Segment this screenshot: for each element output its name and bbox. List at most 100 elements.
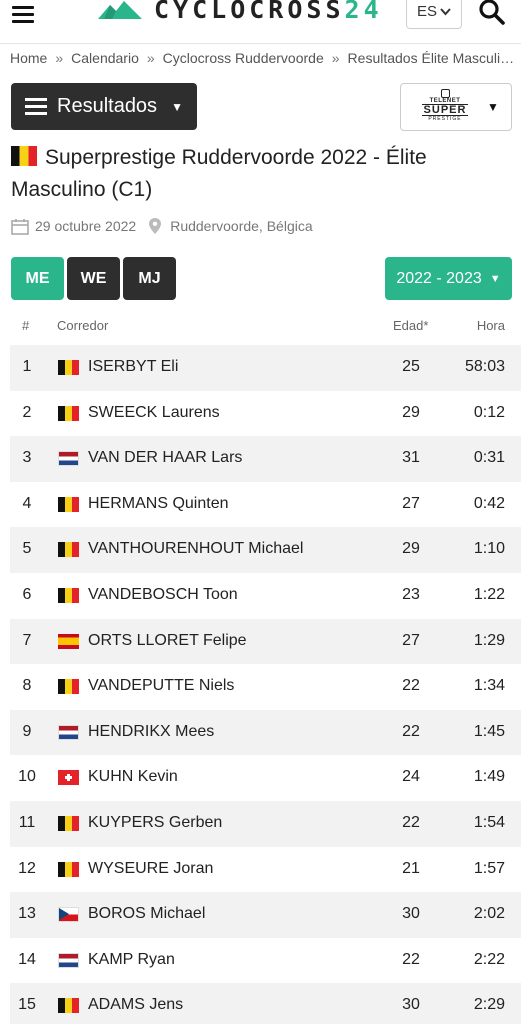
rider-age: 25 xyxy=(402,358,420,375)
breadcrumb-current: Resultados Élite Masculino (C1) xyxy=(347,50,515,66)
rider-position: 3 xyxy=(22,449,32,467)
rider-name[interactable]: KUHN Kevin xyxy=(88,768,178,786)
table-row[interactable]: 11 KUYPERS Gerben 22 1:54 xyxy=(10,800,521,847)
rider-age: 21 xyxy=(402,859,420,877)
rider-age: 22 xyxy=(402,813,420,831)
breadcrumb-home[interactable]: Home xyxy=(10,50,47,66)
table-row[interactable]: 5 VANTHOURENHOUT Michael 29 1:10 xyxy=(10,527,521,573)
rider-name[interactable]: HENDRIKX Mees xyxy=(88,723,214,741)
race-location: Ruddervoorde, Bélgica xyxy=(170,218,313,234)
list-icon xyxy=(25,94,47,119)
rider-position: 11 xyxy=(18,813,36,831)
rider-name[interactable]: VANDEBOSCH Toon xyxy=(88,586,238,604)
breadcrumb: Home» Calendario» Cyclocross Ruddervoorde»… xyxy=(10,50,515,66)
language-label: ES xyxy=(416,3,437,20)
table-row[interactable]: 1 ISERBYT Eli 25 58:03 xyxy=(10,345,521,391)
top-bar: CYCLOCROSS24 ES xyxy=(0,0,521,44)
rider-time: 1:45 xyxy=(473,722,505,740)
calendar-icon xyxy=(11,218,29,235)
rider-name[interactable]: BOROS Michael xyxy=(88,905,205,923)
rider-position: 1 xyxy=(22,358,32,375)
table-row[interactable]: 15 ADAMS Jens 30 2:29 xyxy=(10,983,521,1024)
table-row[interactable]: 2 SWEECK Laurens 29 0:12 xyxy=(10,391,521,437)
table-row[interactable]: 7 ORTS LLORET Felipe 27 1:29 xyxy=(10,618,521,665)
flag-be-icon xyxy=(58,360,79,375)
results-dropdown-button[interactable]: Resultados ▼ xyxy=(11,83,197,130)
belgium-flag-icon xyxy=(11,146,37,166)
hamburger-menu-icon[interactable] xyxy=(12,2,46,28)
flag-nl-icon xyxy=(58,952,79,968)
breadcrumb-race[interactable]: Cyclocross Ruddervoorde xyxy=(163,50,324,66)
site-logo[interactable]: CYCLOCROSS24 xyxy=(98,0,383,24)
header-age: Edad* xyxy=(393,318,429,333)
rider-position: 14 xyxy=(18,950,36,968)
rider-time: 2:02 xyxy=(473,905,505,923)
table-row[interactable]: 10 KUHN Kevin 24 1:49 xyxy=(10,755,521,801)
flag-be-icon xyxy=(58,679,79,695)
caret-down-icon: ▼ xyxy=(171,99,183,114)
category-button-mj[interactable]: MJ xyxy=(123,257,176,300)
flag-be-icon xyxy=(58,496,79,512)
table-row[interactable]: 12 WYSEURE Joran 21 1:57 xyxy=(10,847,521,893)
language-selector[interactable]: ES xyxy=(406,0,462,29)
table-row[interactable]: 13 BOROS Michael 30 2:02 xyxy=(10,892,521,938)
rider-time: 2:22 xyxy=(473,950,505,968)
rider-name[interactable]: ORTS LLORET Felipe xyxy=(88,632,247,650)
rider-time: 1:49 xyxy=(473,768,505,786)
flag-ch-icon xyxy=(58,770,79,786)
superprestige-logo: TELENET SUPER PRESTIGE xyxy=(413,89,477,127)
category-button-we[interactable]: WE xyxy=(67,257,120,300)
logo-number: 24 xyxy=(344,0,383,24)
breadcrumb-calendar[interactable]: Calendario xyxy=(71,50,139,66)
race-meta: 29 octubre 2022 Ruddervoorde, Bélgica xyxy=(11,217,313,235)
flag-nl-icon xyxy=(58,451,79,467)
flag-be-icon xyxy=(58,998,79,1014)
race-date: 29 octubre 2022 xyxy=(35,218,137,234)
header-position: # xyxy=(22,318,30,333)
search-icon[interactable] xyxy=(478,0,506,26)
table-row[interactable]: 6 VANDEBOSCH Toon 23 1:22 xyxy=(10,573,521,619)
rider-name[interactable]: VAN DER HAAR Lars xyxy=(88,449,242,467)
rider-name[interactable]: KAMP Ryan xyxy=(88,951,175,969)
rider-age: 27 xyxy=(402,631,420,649)
rider-position: 10 xyxy=(18,768,36,786)
rider-name[interactable]: SWEECK Laurens xyxy=(88,404,220,422)
rider-position: 12 xyxy=(18,859,36,877)
rider-time: 0:12 xyxy=(473,403,505,421)
rider-position: 15 xyxy=(18,996,36,1014)
rider-position: 7 xyxy=(22,631,32,649)
rider-age: 29 xyxy=(402,540,420,558)
location-pin-icon xyxy=(149,218,162,234)
results-table: 1 ISERBYT Eli 25 58:03 2 SWEECK Laurens 29 0:12… xyxy=(10,345,521,1024)
rider-position: 6 xyxy=(22,585,32,603)
rider-name[interactable]: HERMANS Quinten xyxy=(88,495,229,513)
flag-be-icon xyxy=(58,542,79,558)
rider-age: 30 xyxy=(402,905,420,923)
rider-name[interactable]: ISERBYT Eli xyxy=(88,358,178,376)
category-button-me[interactable]: ME xyxy=(11,257,64,300)
rider-position: 2 xyxy=(22,403,32,421)
rider-name[interactable]: KUYPERS Gerben xyxy=(88,814,222,832)
rider-name[interactable]: VANDEPUTTE Niels xyxy=(88,677,234,695)
rider-name[interactable]: ADAMS Jens xyxy=(88,996,183,1014)
rider-time: 58:03 xyxy=(464,358,505,375)
flag-cz-icon xyxy=(58,907,79,923)
season-selector[interactable]: 2022 - 2023 ▼ xyxy=(385,257,512,300)
rider-age: 22 xyxy=(402,950,420,968)
rider-time: 1:10 xyxy=(473,540,505,558)
rider-time: 1:34 xyxy=(473,677,505,695)
table-row[interactable]: 8 VANDEPUTTE Niels 22 1:34 xyxy=(10,664,521,710)
rider-time: 1:57 xyxy=(473,859,505,877)
rider-name[interactable]: VANTHOURENHOUT Michael xyxy=(88,540,303,558)
rider-name[interactable]: WYSEURE Joran xyxy=(88,860,213,878)
rider-time: 1:22 xyxy=(473,585,505,603)
header-rider: Corredor xyxy=(57,318,109,333)
table-row[interactable]: 4 HERMANS Quinten 27 0:42 xyxy=(10,482,521,528)
table-row[interactable]: 3 VAN DER HAAR Lars 31 0:31 xyxy=(10,436,521,482)
rider-age: 29 xyxy=(402,403,420,421)
flag-be-icon xyxy=(58,587,79,603)
flag-es-icon xyxy=(58,633,79,649)
table-row[interactable]: 14 KAMP Ryan 22 2:22 xyxy=(10,938,521,984)
table-row[interactable]: 9 HENDRIKX Mees 22 1:45 xyxy=(10,709,521,756)
competition-selector[interactable]: TELENET SUPER PRESTIGE ▼ xyxy=(400,83,512,131)
